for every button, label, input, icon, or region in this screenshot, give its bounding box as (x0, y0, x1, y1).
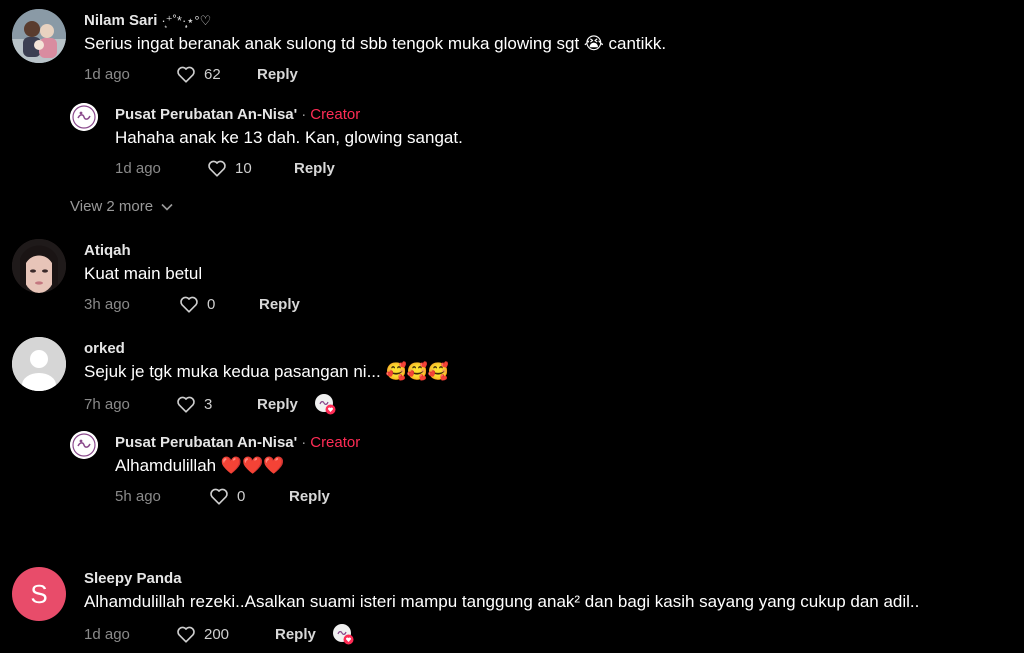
comment-username[interactable]: orked (84, 340, 125, 357)
like-count: 62 (204, 65, 221, 83)
avatar-letter: S (30, 578, 48, 609)
like-button[interactable]: 62 (176, 65, 257, 83)
username-text[interactable]: Pusat Perubatan An-Nisa' (115, 106, 297, 123)
reply-button[interactable]: Reply (289, 488, 330, 505)
username-text[interactable]: Atiqah (84, 242, 131, 259)
reply-button[interactable]: Reply (275, 626, 316, 643)
comment-text: Sejuk je tgk muka kedua pasangan ni... 🥰… (84, 362, 449, 381)
reply-button[interactable]: Reply (257, 396, 298, 413)
comment-meta: 1d ago 200 Reply (84, 623, 354, 645)
default-avatar-icon (12, 337, 66, 391)
like-button[interactable]: 200 (176, 625, 275, 643)
view-more-replies-button[interactable]: View 2 more (70, 198, 173, 215)
avatar[interactable] (12, 337, 66, 391)
comment-username[interactable]: Atiqah (84, 242, 131, 259)
comment-time: 1d ago (84, 625, 130, 643)
clinic-logo-icon (70, 103, 98, 131)
heart-icon (177, 396, 195, 413)
comment-meta: 1d ago 62 Reply (84, 65, 298, 83)
profile-photo-icon (12, 9, 66, 63)
profile-photo-icon (12, 239, 66, 293)
separator: · (301, 434, 307, 451)
creator-liked-icon (332, 623, 354, 645)
like-button[interactable]: 3 (176, 395, 257, 413)
like-count: 200 (204, 625, 230, 643)
comment-time: 7h ago (84, 395, 130, 413)
chevron-down-icon (161, 203, 173, 211)
username-text[interactable]: Sleepy Panda (84, 570, 182, 587)
separator: · (301, 106, 307, 123)
heart-icon (177, 626, 195, 643)
clinic-logo-icon (70, 431, 98, 459)
heart-icon (177, 66, 195, 83)
avatar[interactable] (12, 239, 66, 293)
comment-time: 3h ago (84, 295, 130, 313)
comment-time: 1d ago (115, 159, 161, 177)
creator-badge: Creator (310, 106, 361, 123)
comment-time: 5h ago (115, 487, 161, 505)
username-text[interactable]: orked (84, 340, 125, 357)
comment-text: Hahaha anak ke 13 dah. Kan, glowing sang… (115, 128, 463, 147)
reply-button[interactable]: Reply (294, 160, 335, 177)
view-more-label: View 2 more (70, 198, 154, 215)
like-count: 0 (237, 487, 246, 505)
avatar[interactable] (70, 103, 98, 131)
comment-meta: 7h ago 3 Reply (84, 393, 336, 415)
heart-icon (180, 296, 198, 313)
avatar[interactable] (12, 9, 66, 63)
comment-time: 1d ago (84, 65, 130, 83)
like-count: 0 (207, 295, 216, 313)
username-decoration: ·͙⁺˚*·̩̩͙⋆°♡ (161, 13, 212, 28)
like-count: 3 (204, 395, 213, 413)
creator-liked-icon (314, 393, 336, 415)
username-text[interactable]: Nilam Sari (84, 12, 157, 29)
comment-username[interactable]: Pusat Perubatan An-Nisa' · Creator (115, 434, 360, 451)
comment-username[interactable]: Nilam Sari ·͙⁺˚*·̩̩͙⋆°♡ (84, 12, 211, 29)
comment-username[interactable]: Sleepy Panda (84, 570, 182, 587)
reply-button[interactable]: Reply (259, 296, 300, 313)
heart-icon (210, 488, 228, 505)
username-text[interactable]: Pusat Perubatan An-Nisa' (115, 434, 297, 451)
comment-username[interactable]: Pusat Perubatan An-Nisa' · Creator (115, 106, 360, 123)
like-count: 10 (235, 159, 252, 177)
creator-badge: Creator (310, 434, 361, 451)
heart-icon (208, 160, 226, 177)
avatar[interactable] (70, 431, 98, 459)
like-button[interactable]: 0 (209, 487, 289, 505)
comment-text: Alhamdulillah rezeki..Asalkan suami iste… (84, 592, 920, 611)
comment-text: Alhamdulillah ❤️❤️❤️ (115, 456, 285, 475)
comment-meta: 1d ago 10 Reply (115, 159, 335, 177)
like-button[interactable]: 0 (179, 295, 259, 313)
comments-panel: Nilam Sari ·͙⁺˚*·̩̩͙⋆°♡ Serius ingat bera… (0, 0, 1024, 653)
reply-button[interactable]: Reply (257, 66, 298, 83)
comment-meta: 5h ago 0 Reply (115, 487, 330, 505)
comment-text: Kuat main betul (84, 264, 203, 283)
avatar[interactable]: S (12, 567, 66, 621)
comment-meta: 3h ago 0 Reply (84, 295, 300, 313)
comment-text: Serius ingat beranak anak sulong td sbb … (84, 34, 667, 53)
like-button[interactable]: 10 (207, 159, 294, 177)
